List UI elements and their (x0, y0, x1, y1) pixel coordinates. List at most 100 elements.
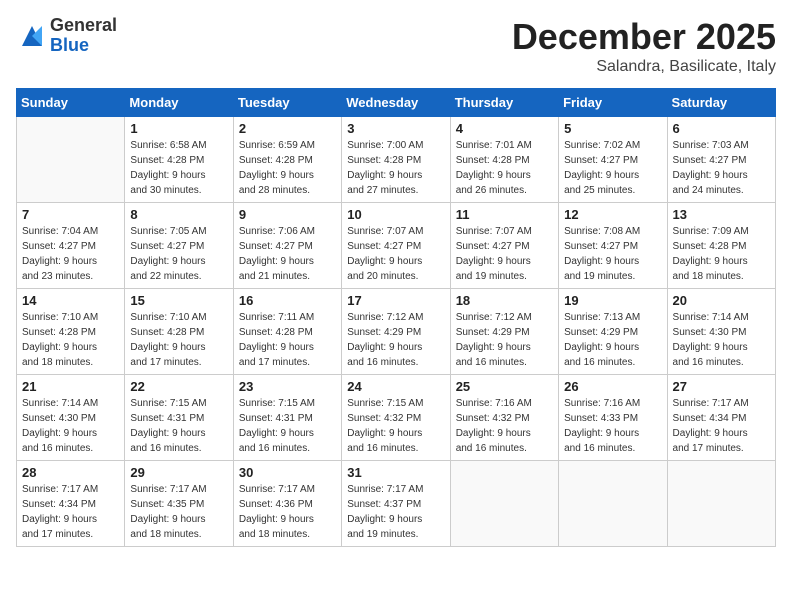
calendar-week-5: 28 Sunrise: 7:17 AM Sunset: 4:34 PM Dayli… (17, 461, 776, 547)
day-info: Sunrise: 6:58 AM Sunset: 4:28 PM Dayligh… (130, 138, 227, 198)
logo-blue: Blue (50, 36, 117, 56)
day-info: Sunrise: 7:15 AM Sunset: 4:31 PM Dayligh… (239, 396, 336, 456)
day-info: Sunrise: 7:17 AM Sunset: 4:35 PM Dayligh… (130, 482, 227, 542)
calendar-cell: 27 Sunrise: 7:17 AM Sunset: 4:34 PM Dayli… (667, 375, 775, 461)
calendar-cell: 7 Sunrise: 7:04 AM Sunset: 4:27 PM Daylig… (17, 203, 125, 289)
day-info: Sunrise: 7:08 AM Sunset: 4:27 PM Dayligh… (564, 224, 661, 284)
day-number: 22 (130, 379, 227, 394)
calendar-cell: 21 Sunrise: 7:14 AM Sunset: 4:30 PM Dayli… (17, 375, 125, 461)
day-info: Sunrise: 7:10 AM Sunset: 4:28 PM Dayligh… (22, 310, 119, 370)
weekday-header-monday: Monday (125, 89, 233, 117)
calendar-cell: 1 Sunrise: 6:58 AM Sunset: 4:28 PM Daylig… (125, 117, 233, 203)
calendar-week-4: 21 Sunrise: 7:14 AM Sunset: 4:30 PM Dayli… (17, 375, 776, 461)
day-info: Sunrise: 7:15 AM Sunset: 4:32 PM Dayligh… (347, 396, 444, 456)
calendar-cell: 3 Sunrise: 7:00 AM Sunset: 4:28 PM Daylig… (342, 117, 450, 203)
day-number: 15 (130, 293, 227, 308)
calendar-cell: 18Sunrise: 7:12 AM Sunset: 4:29 PM Dayli… (450, 289, 558, 375)
day-info: Sunrise: 7:00 AM Sunset: 4:28 PM Dayligh… (347, 138, 444, 198)
calendar-cell: 30 Sunrise: 7:17 AM Sunset: 4:36 PM Dayli… (233, 461, 341, 547)
day-number: 6 (673, 121, 770, 136)
calendar-cell (667, 461, 775, 547)
calendar-cell: 19 Sunrise: 7:13 AM Sunset: 4:29 PM Dayli… (559, 289, 667, 375)
day-info: Sunrise: 7:05 AM Sunset: 4:27 PM Dayligh… (130, 224, 227, 284)
calendar-cell: 29Sunrise: 7:17 AM Sunset: 4:35 PM Dayli… (125, 461, 233, 547)
day-info: Sunrise: 7:17 AM Sunset: 4:34 PM Dayligh… (673, 396, 770, 456)
calendar-cell: 26Sunrise: 7:16 AM Sunset: 4:33 PM Dayli… (559, 375, 667, 461)
calendar-cell: 12 Sunrise: 7:08 AM Sunset: 4:27 PM Dayli… (559, 203, 667, 289)
logo-icon (18, 22, 46, 50)
day-info: Sunrise: 7:01 AM Sunset: 4:28 PM Dayligh… (456, 138, 553, 198)
calendar-cell (17, 117, 125, 203)
weekday-header-sunday: Sunday (17, 89, 125, 117)
day-number: 17 (347, 293, 444, 308)
calendar-cell: 9 Sunrise: 7:06 AM Sunset: 4:27 PM Daylig… (233, 203, 341, 289)
day-number: 30 (239, 465, 336, 480)
day-info: Sunrise: 7:03 AM Sunset: 4:27 PM Dayligh… (673, 138, 770, 198)
calendar-header: SundayMondayTuesdayWednesdayThursdayFrid… (17, 89, 776, 117)
calendar-cell (559, 461, 667, 547)
calendar-cell: 31 Sunrise: 7:17 AM Sunset: 4:37 PM Dayli… (342, 461, 450, 547)
calendar-week-2: 7 Sunrise: 7:04 AM Sunset: 4:27 PM Daylig… (17, 203, 776, 289)
day-number: 31 (347, 465, 444, 480)
calendar-cell: 5Sunrise: 7:02 AM Sunset: 4:27 PM Daylig… (559, 117, 667, 203)
calendar-week-1: 1 Sunrise: 6:58 AM Sunset: 4:28 PM Daylig… (17, 117, 776, 203)
day-info: Sunrise: 7:17 AM Sunset: 4:34 PM Dayligh… (22, 482, 119, 542)
day-info: Sunrise: 7:10 AM Sunset: 4:28 PM Dayligh… (130, 310, 227, 370)
day-info: Sunrise: 7:13 AM Sunset: 4:29 PM Dayligh… (564, 310, 661, 370)
day-info: Sunrise: 7:06 AM Sunset: 4:27 PM Dayligh… (239, 224, 336, 284)
calendar-body: 1 Sunrise: 6:58 AM Sunset: 4:28 PM Daylig… (17, 117, 776, 547)
day-number: 2 (239, 121, 336, 136)
day-number: 11 (456, 207, 553, 222)
day-number: 24 (347, 379, 444, 394)
day-number: 13 (673, 207, 770, 222)
calendar-cell: 13 Sunrise: 7:09 AM Sunset: 4:28 PM Dayli… (667, 203, 775, 289)
page-header: General Blue December 2025 Salandra, Bas… (16, 16, 776, 76)
day-number: 7 (22, 207, 119, 222)
day-number: 21 (22, 379, 119, 394)
day-number: 23 (239, 379, 336, 394)
day-info: Sunrise: 7:07 AM Sunset: 4:27 PM Dayligh… (347, 224, 444, 284)
day-number: 4 (456, 121, 553, 136)
day-number: 9 (239, 207, 336, 222)
day-number: 8 (130, 207, 227, 222)
calendar-cell (450, 461, 558, 547)
day-info: Sunrise: 7:14 AM Sunset: 4:30 PM Dayligh… (22, 396, 119, 456)
calendar-cell: 15 Sunrise: 7:10 AM Sunset: 4:28 PM Dayli… (125, 289, 233, 375)
weekday-header-thursday: Thursday (450, 89, 558, 117)
calendar-cell: 10 Sunrise: 7:07 AM Sunset: 4:27 PM Dayli… (342, 203, 450, 289)
day-number: 3 (347, 121, 444, 136)
calendar-cell: 24 Sunrise: 7:15 AM Sunset: 4:32 PM Dayli… (342, 375, 450, 461)
day-number: 12 (564, 207, 661, 222)
day-info: Sunrise: 7:12 AM Sunset: 4:29 PM Dayligh… (456, 310, 553, 370)
calendar-table: SundayMondayTuesdayWednesdayThursdayFrid… (16, 88, 776, 547)
day-number: 28 (22, 465, 119, 480)
weekday-header-tuesday: Tuesday (233, 89, 341, 117)
calendar-cell: 28 Sunrise: 7:17 AM Sunset: 4:34 PM Dayli… (17, 461, 125, 547)
weekday-header-wednesday: Wednesday (342, 89, 450, 117)
calendar-cell: 25Sunrise: 7:16 AM Sunset: 4:32 PM Dayli… (450, 375, 558, 461)
calendar-cell: 14 Sunrise: 7:10 AM Sunset: 4:28 PM Dayli… (17, 289, 125, 375)
day-number: 27 (673, 379, 770, 394)
day-info: Sunrise: 7:17 AM Sunset: 4:36 PM Dayligh… (239, 482, 336, 542)
day-number: 25 (456, 379, 553, 394)
weekday-header-friday: Friday (559, 89, 667, 117)
day-info: Sunrise: 7:16 AM Sunset: 4:33 PM Dayligh… (564, 396, 661, 456)
day-number: 1 (130, 121, 227, 136)
day-info: Sunrise: 7:04 AM Sunset: 4:27 PM Dayligh… (22, 224, 119, 284)
calendar-cell: 16Sunrise: 7:11 AM Sunset: 4:28 PM Dayli… (233, 289, 341, 375)
day-number: 20 (673, 293, 770, 308)
day-number: 10 (347, 207, 444, 222)
calendar-cell: 11 Sunrise: 7:07 AM Sunset: 4:27 PM Dayli… (450, 203, 558, 289)
day-number: 19 (564, 293, 661, 308)
day-info: Sunrise: 7:17 AM Sunset: 4:37 PM Dayligh… (347, 482, 444, 542)
calendar-cell: 4 Sunrise: 7:01 AM Sunset: 4:28 PM Daylig… (450, 117, 558, 203)
day-number: 14 (22, 293, 119, 308)
calendar-cell: 22Sunrise: 7:15 AM Sunset: 4:31 PM Dayli… (125, 375, 233, 461)
calendar-cell: 8 Sunrise: 7:05 AM Sunset: 4:27 PM Daylig… (125, 203, 233, 289)
day-info: Sunrise: 7:07 AM Sunset: 4:27 PM Dayligh… (456, 224, 553, 284)
day-info: Sunrise: 7:09 AM Sunset: 4:28 PM Dayligh… (673, 224, 770, 284)
logo-text: General Blue (50, 16, 117, 56)
weekday-header-saturday: Saturday (667, 89, 775, 117)
day-info: Sunrise: 7:14 AM Sunset: 4:30 PM Dayligh… (673, 310, 770, 370)
calendar-cell: 23 Sunrise: 7:15 AM Sunset: 4:31 PM Dayli… (233, 375, 341, 461)
